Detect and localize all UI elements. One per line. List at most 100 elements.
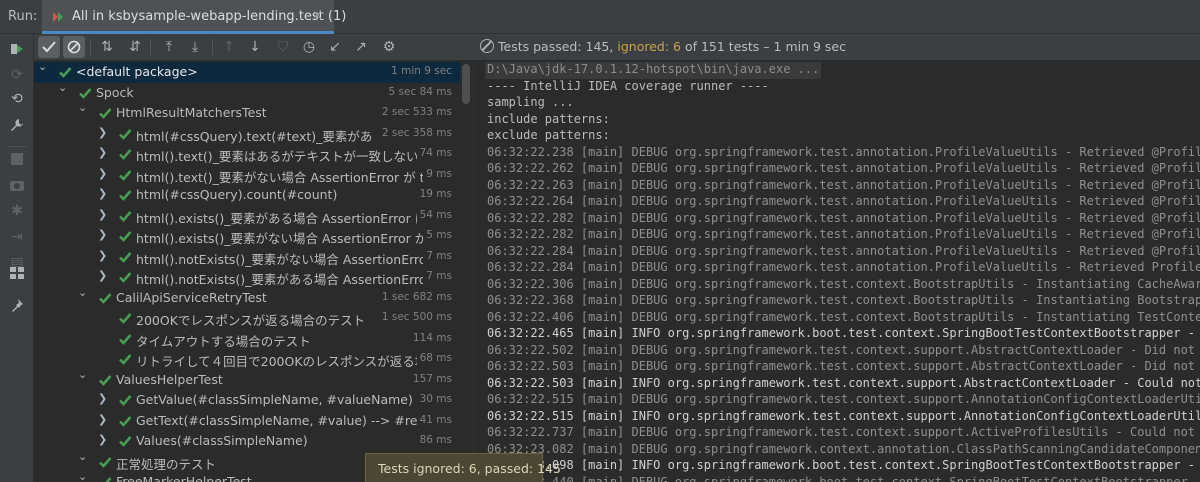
test-duration: 74 ms bbox=[419, 147, 452, 159]
console-line: 06:32:22.282 [main] DEBUG org.springfram… bbox=[487, 210, 1200, 225]
chevron-down-icon[interactable]: ⌄ bbox=[78, 286, 90, 299]
test-tree-row[interactable]: ⌄ HtmlResultMatchersTest 2 sec 533 ms bbox=[34, 101, 460, 124]
test-passed-icon bbox=[78, 86, 92, 100]
close-tab-icon[interactable]: × bbox=[312, 8, 323, 23]
wrench-icon[interactable] bbox=[8, 116, 26, 134]
chevron-right-icon[interactable]: ❯ bbox=[98, 187, 110, 200]
test-history-icon[interactable]: ◷ bbox=[298, 36, 320, 58]
tree-scrollbar[interactable] bbox=[462, 64, 470, 104]
test-name: HtmlResultMatchersTest bbox=[116, 105, 267, 120]
chevron-right-icon[interactable]: ❯ bbox=[98, 392, 110, 405]
test-tree-row[interactable]: タイムアウトする場合のテスト 114 ms bbox=[34, 329, 460, 350]
show-passed-icon[interactable] bbox=[38, 36, 60, 58]
test-name: CalilApiServiceRetryTest bbox=[116, 289, 267, 305]
shield-icon[interactable]: ⛉ bbox=[272, 36, 294, 58]
show-ignored-icon[interactable] bbox=[63, 36, 85, 58]
test-tree-row[interactable]: ❯ html().text()_要素はあるがテキストが一致しない場合 Assert… bbox=[34, 144, 460, 165]
test-passed-icon bbox=[118, 434, 132, 448]
rerun-failed-icon[interactable]: ⟳ bbox=[8, 66, 26, 84]
chevron-down-icon[interactable]: ⌄ bbox=[78, 101, 90, 114]
toggle-auto-test-icon[interactable]: ⟲ bbox=[8, 90, 26, 108]
test-passed-icon bbox=[118, 147, 132, 161]
import-tests-icon[interactable]: ↙ bbox=[324, 36, 346, 58]
chevron-down-icon[interactable]: ⌄ bbox=[58, 81, 70, 94]
chevron-right-icon[interactable]: ❯ bbox=[98, 228, 110, 241]
chevron-right-icon[interactable]: ❯ bbox=[98, 126, 110, 139]
console-line: 06:32:23.098 [main] INFO org.springframe… bbox=[487, 458, 1200, 472]
test-tree-row[interactable]: ❯ html().notExists()_要素がない場合 AssertionErr… bbox=[34, 247, 460, 268]
console-line: 06:32:22.465 [main] INFO org.springframe… bbox=[487, 326, 1200, 340]
console-output[interactable]: D:\Java\jdk-17.0.1.12-hotspot\bin\java.e… bbox=[474, 60, 1200, 482]
gear-icon[interactable]: ⚙ bbox=[378, 36, 400, 58]
export-results-icon[interactable]: ↗ bbox=[350, 36, 372, 58]
test-passed-icon bbox=[118, 229, 132, 243]
test-name: html().text()_要素がない場合 AssertionError が t… bbox=[136, 169, 423, 185]
test-duration: 2 sec 358 ms bbox=[381, 126, 452, 139]
run-tab-all-tests[interactable]: All in ksbysample-webapp-lending.test (1… bbox=[42, 0, 346, 34]
camera-icon[interactable] bbox=[8, 176, 26, 194]
console-line: 06:32:22.263 [main] DEBUG org.springfram… bbox=[487, 177, 1200, 192]
test-tree-row[interactable]: リトライして４回目で200OKのレスポンスが返る場合のテスト68 ms bbox=[34, 349, 460, 370]
console-line: sampling ... bbox=[487, 95, 574, 109]
test-tree-row[interactable]: ⌄ <default package> 1 min 9 sec bbox=[34, 60, 460, 83]
junit-run-icon bbox=[53, 12, 63, 22]
test-tree-row[interactable]: ❯ html(#cssQuery).count(#count) 19 ms bbox=[34, 185, 460, 206]
test-results-tree[interactable]: ⌄ <default package> 1 min 9 sec ⌄ Spock 5 sec… bbox=[34, 60, 474, 482]
test-tree-row[interactable]: ⌄ ValuesHelperTest 157 ms bbox=[34, 368, 460, 391]
test-passed-icon bbox=[118, 393, 132, 407]
pin-icon[interactable] bbox=[8, 296, 26, 314]
chevron-down-icon[interactable]: ⌄ bbox=[38, 60, 50, 73]
test-tree-row[interactable]: ❯ html(#cssQuery).text(#text)_要素がありテキストが一… bbox=[34, 124, 460, 145]
test-duration: 5 ms bbox=[426, 229, 452, 241]
test-tree-row[interactable]: ❯ GetText(#classSimpleName, #value) --> #… bbox=[34, 411, 460, 432]
test-tree-row[interactable]: ❯ Values(#classSimpleName) 86 ms bbox=[34, 431, 460, 452]
test-tree-row[interactable]: ❯ html().text()_要素がない場合 AssertionError が … bbox=[34, 165, 460, 186]
debug-icon[interactable]: ✱ bbox=[8, 202, 26, 220]
run-label: Run: bbox=[8, 9, 38, 24]
console-line: 06:32:22.284 [main] DEBUG org.springfram… bbox=[487, 260, 1200, 274]
test-tree-row[interactable]: ❯ html().notExists()_要素がある場合 AssertionErr… bbox=[34, 267, 460, 288]
expand-all-icon[interactable]: ⤒ bbox=[158, 36, 180, 58]
test-duration: 1 min 9 sec bbox=[391, 65, 452, 77]
console-line: exclude patterns: bbox=[487, 128, 610, 142]
console-line: 06:32:22.503 [main] INFO org.springframe… bbox=[487, 375, 1200, 390]
console-line: ---- IntelliJ IDEA coverage runner ---- bbox=[487, 78, 769, 93]
chevron-right-icon[interactable]: ❯ bbox=[98, 167, 110, 180]
chevron-down-icon[interactable]: ⌄ bbox=[78, 368, 90, 381]
test-passed-icon bbox=[98, 291, 112, 305]
test-tree-row[interactable]: ❯ html().exists()_要素がない場合 AssertionError … bbox=[34, 226, 460, 247]
ignored-status-icon bbox=[480, 39, 494, 53]
sort-alphabetically-icon[interactable]: ⇅ bbox=[96, 36, 118, 58]
test-passed-icon bbox=[118, 188, 132, 202]
test-tree-row[interactable]: 200OKでレスポンスが返る場合のテスト 1 sec 500 ms bbox=[34, 308, 460, 329]
layout-icon[interactable] bbox=[8, 264, 26, 282]
test-duration: 1 sec 682 ms bbox=[381, 290, 452, 303]
console-line: include patterns: bbox=[487, 111, 610, 126]
test-summary: Tests passed: 145, ignored: 6 of 151 tes… bbox=[498, 39, 846, 54]
console-line: 06:32:23.082 [main] DEBUG org.springfram… bbox=[487, 441, 1200, 456]
chevron-right-icon[interactable]: ❯ bbox=[98, 269, 110, 282]
chevron-right-icon[interactable]: ❯ bbox=[98, 249, 110, 262]
chevron-right-icon[interactable]: ❯ bbox=[98, 413, 110, 426]
chevron-down-icon[interactable]: ⌄ bbox=[78, 450, 90, 463]
exit-icon[interactable]: ⇥ bbox=[8, 228, 26, 246]
test-name: <default package> bbox=[76, 64, 198, 79]
chevron-right-icon[interactable]: ❯ bbox=[98, 208, 110, 221]
collapse-all-icon[interactable]: ⤓ bbox=[184, 36, 206, 58]
sort-by-duration-icon[interactable]: ⇵ bbox=[124, 36, 146, 58]
test-tree-row[interactable]: ❯ html().exists()_要素がある場合 AssertionError … bbox=[34, 206, 460, 227]
chevron-right-icon[interactable]: ❯ bbox=[98, 433, 110, 446]
test-tree-row[interactable]: ❯ GetValue(#classSimpleName, #valueName) … bbox=[34, 390, 460, 411]
rerun-icon[interactable] bbox=[8, 40, 26, 58]
test-name: html(#cssQuery).text(#text)_要素がありテキストが一致… bbox=[136, 128, 373, 144]
test-tree-row[interactable]: ⌄ CalilApiServiceRetryTest 1 sec 682 ms bbox=[34, 286, 460, 309]
test-tree-row[interactable]: ⌄ Spock 5 sec 84 ms bbox=[34, 81, 460, 104]
previous-failed-icon[interactable]: ↑ bbox=[218, 36, 240, 58]
chevron-down-icon[interactable]: ⌄ bbox=[78, 470, 90, 482]
stop-icon[interactable] bbox=[8, 150, 26, 168]
test-duration: 7 ms bbox=[426, 270, 452, 282]
chevron-right-icon[interactable]: ❯ bbox=[98, 146, 110, 159]
console-line: 06:32:22.515 [main] INFO org.springframe… bbox=[487, 408, 1200, 423]
test-passed-icon bbox=[98, 475, 112, 482]
next-failed-icon[interactable]: ↓ bbox=[244, 36, 266, 58]
